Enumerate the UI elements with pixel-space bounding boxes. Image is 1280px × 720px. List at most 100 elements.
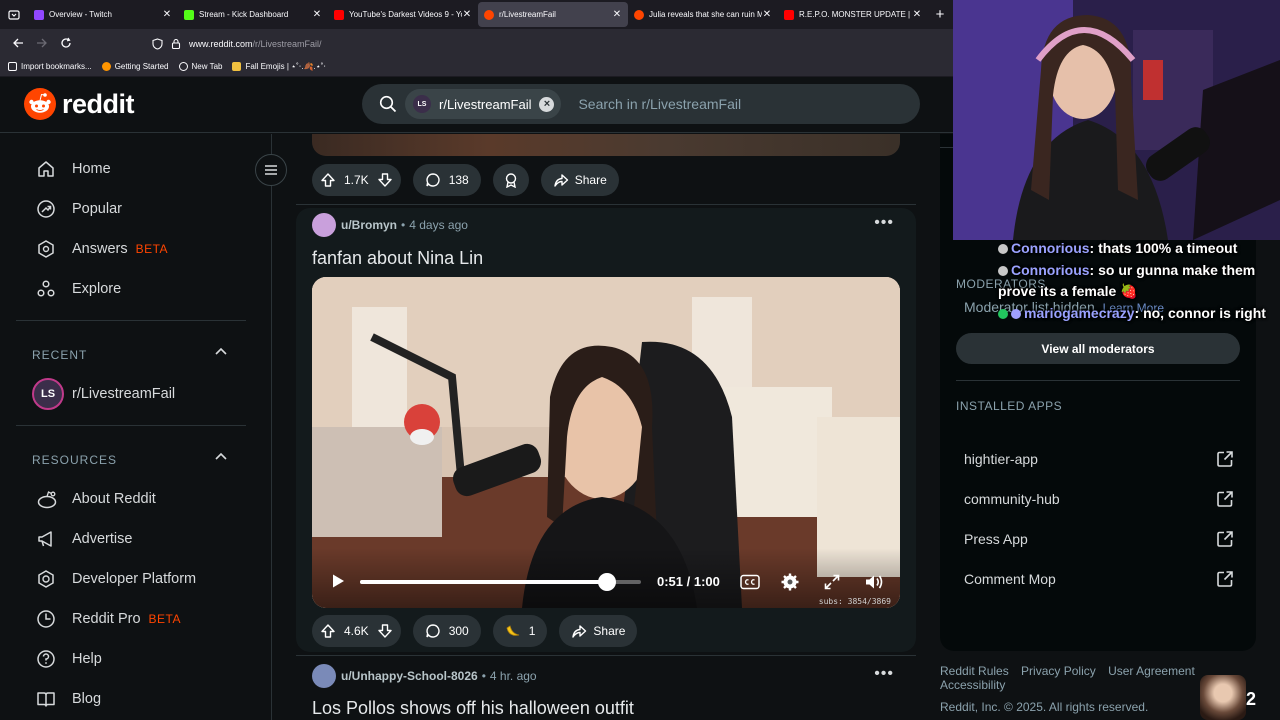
comments-button[interactable]: 138: [412, 164, 481, 196]
popular-icon: [36, 199, 60, 219]
volume-icon[interactable]: [864, 573, 884, 591]
sidebar-item-popular[interactable]: Popular: [36, 199, 122, 219]
sidebar-item-developer-platform[interactable]: Developer Platform: [36, 569, 196, 589]
post-author[interactable]: u/Unhappy-School-8026: [341, 669, 478, 683]
sidebar-item-advertise[interactable]: Advertise: [36, 529, 132, 549]
tab-list-icon[interactable]: [0, 0, 28, 29]
chat-username: mariogamecrazy: [1024, 304, 1135, 321]
browser-tab[interactable]: Stream - Kick Dashboard ✕: [178, 2, 328, 27]
footer-link[interactable]: Privacy Policy: [1021, 664, 1096, 678]
installed-app-item[interactable]: community-hub: [964, 490, 1234, 508]
footer-link[interactable]: Accessibility: [940, 678, 1005, 692]
installed-app-item[interactable]: hightier-app: [964, 450, 1234, 468]
reload-icon[interactable]: [54, 31, 78, 55]
video-player[interactable]: 0:51 / 1:00 subs: 3854/3869: [312, 277, 900, 608]
reddit-icon: [634, 9, 644, 20]
installed-app-item[interactable]: Press App: [964, 530, 1234, 548]
bookmark-fall-emojis[interactable]: Fall Emojis | ⋆˚‧.🍂.⋆˚‧: [232, 62, 326, 71]
url-bar[interactable]: www.reddit.com/r/LivestreamFail/: [152, 33, 952, 54]
post-meta: u/Bromyn • 4 days ago: [312, 213, 468, 237]
chat-message: Connorious: thats 100% a timeout: [998, 238, 1280, 260]
comments-button[interactable]: 300: [412, 615, 481, 647]
share-label: Share: [574, 173, 607, 187]
sidebar-item-recent-community[interactable]: LS r/LivestreamFail: [32, 378, 175, 410]
browser-tab[interactable]: Overview - Twitch ✕: [28, 2, 178, 27]
browser-tab[interactable]: YouTube's Darkest Videos 9 - Yo ✕: [328, 2, 478, 27]
tab-close-icon[interactable]: ✕: [612, 9, 622, 20]
sidebar-item-help[interactable]: Help: [36, 649, 102, 669]
post-title[interactable]: fanfan about Nina Lin: [312, 248, 483, 269]
chevron-up-icon[interactable]: [214, 451, 228, 461]
chat-username: Connorious: [1011, 261, 1090, 278]
footer-link[interactable]: User Agreement: [1108, 664, 1195, 678]
installed-app-item[interactable]: Comment Mop: [964, 570, 1234, 588]
sidebar-item-home[interactable]: Home: [36, 159, 111, 179]
back-arrow-icon[interactable]: [6, 31, 30, 55]
tab-label: r/LivestreamFail: [499, 10, 556, 19]
more-options-icon[interactable]: •••: [874, 214, 894, 232]
post-title[interactable]: Los Pollos shows off his halloween outfi…: [312, 698, 634, 719]
footer-link[interactable]: Reddit Rules: [940, 664, 1009, 678]
captions-icon[interactable]: [740, 574, 760, 590]
sidebar-item-explore[interactable]: Explore: [36, 279, 121, 299]
app-name: Press App: [964, 531, 1028, 547]
explore-icon: [36, 279, 60, 299]
meta-separator: •: [481, 669, 486, 683]
forward-arrow-icon[interactable]: [30, 31, 54, 55]
bookmark-new-tab[interactable]: New Tab: [178, 62, 222, 71]
view-all-moderators-button[interactable]: View all moderators: [956, 333, 1240, 364]
share-button[interactable]: Share: [559, 615, 638, 647]
downvote-icon[interactable]: [377, 172, 393, 188]
award-button[interactable]: [492, 164, 529, 196]
post-author[interactable]: u/Bromyn: [341, 218, 397, 232]
chat-badge-icon: [998, 244, 1008, 254]
sidebar-item-blog[interactable]: Blog: [36, 689, 101, 709]
search-input[interactable]: Search in r/LivestreamFail: [578, 96, 741, 112]
search-bar[interactable]: LS r/LivestreamFail × Search in r/Livest…: [362, 84, 920, 124]
tab-close-icon[interactable]: ✕: [912, 9, 922, 20]
reddit-logo[interactable]: reddit: [24, 88, 135, 120]
browser-tab[interactable]: Julia reveals that she can ruin M ✕: [628, 2, 778, 27]
more-options-icon[interactable]: •••: [874, 665, 894, 683]
previous-post-video[interactable]: [312, 134, 900, 156]
chevron-up-icon[interactable]: [214, 346, 228, 356]
beta-badge: BETA: [135, 242, 169, 256]
bookmark-getting-started[interactable]: Getting Started: [101, 62, 169, 71]
shield-icon[interactable]: [152, 37, 163, 50]
bookmark-label: Fall Emojis | ⋆˚‧.🍂.⋆˚‧: [245, 62, 326, 71]
upvote-icon[interactable]: [320, 623, 336, 639]
tab-close-icon[interactable]: ✕: [762, 9, 772, 20]
tab-close-icon[interactable]: ✕: [462, 9, 472, 20]
sidebar-item-label: About Reddit: [72, 491, 156, 507]
external-link-icon: [1216, 490, 1234, 508]
tab-close-icon[interactable]: ✕: [162, 9, 172, 20]
post-card[interactable]: u/Bromyn • 4 days ago ••• fanfan about N…: [296, 208, 916, 652]
settings-gear-icon[interactable]: [781, 573, 799, 591]
new-tab-plus-icon[interactable]: +: [928, 6, 952, 23]
clear-chip-icon[interactable]: ×: [539, 96, 555, 112]
share-button[interactable]: Share: [540, 164, 619, 196]
search-community-chip[interactable]: LS r/LivestreamFail ×: [405, 89, 562, 119]
avatar[interactable]: [312, 213, 336, 237]
bookmark-import[interactable]: Import bookmarks...: [8, 62, 92, 71]
browser-tab-active[interactable]: r/LivestreamFail ✕: [478, 2, 628, 27]
sidebar-item-about-reddit[interactable]: About Reddit: [36, 489, 156, 509]
play-pause-button[interactable]: [330, 573, 346, 589]
upvote-icon[interactable]: [320, 172, 336, 188]
fullscreen-icon[interactable]: [824, 574, 840, 590]
tab-close-icon[interactable]: ✕: [312, 9, 322, 20]
seek-bar[interactable]: [360, 573, 641, 591]
sidebar-collapse-button[interactable]: [255, 154, 287, 186]
sidebar-item-reddit-pro[interactable]: Reddit Pro BETA: [36, 609, 181, 629]
award-icon: [503, 172, 519, 188]
downvote-icon[interactable]: [377, 623, 393, 639]
avatar[interactable]: [312, 664, 336, 688]
comment-count: 300: [448, 624, 469, 638]
lock-icon[interactable]: [171, 38, 181, 49]
award-button[interactable]: 1: [492, 615, 548, 647]
viewer-avatar: [1200, 675, 1246, 720]
bookmark-label: Import bookmarks...: [21, 62, 92, 71]
streamer-webcam: [953, 0, 1280, 240]
sidebar-item-answers[interactable]: Answers BETA: [36, 239, 168, 259]
browser-tab[interactable]: R.E.P.O. MONSTER UPDATE | La ✕: [778, 2, 928, 27]
